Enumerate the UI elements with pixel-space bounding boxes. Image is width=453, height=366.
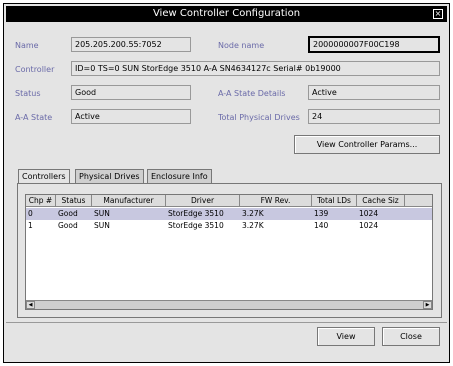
node-name-label: Node name <box>218 41 265 50</box>
scroll-left-icon[interactable]: ◀ <box>26 301 35 309</box>
cell-chp: 0 <box>28 209 33 218</box>
controllers-tab-panel: Chp # Status Manufacturer Driver FW Rev.… <box>17 183 442 318</box>
table-row[interactable]: 1 Good SUN StorEdge 3510 3.27K 140 1024 <box>26 220 432 232</box>
column-header-cache-size[interactable]: Cache Siz <box>357 195 405 207</box>
horizontal-scrollbar[interactable]: ◀ ▶ <box>26 300 432 309</box>
tab-enclosure-info[interactable]: Enclosure Info <box>147 169 212 183</box>
cell-status: Good <box>58 209 78 218</box>
aa-state-details-label: A-A State Details <box>218 89 286 98</box>
cell-status: Good <box>58 221 78 230</box>
name-field: 205.205.200.55:7052 <box>71 37 191 52</box>
cell-cache-size: 1024 <box>359 209 379 218</box>
column-header-fw-rev[interactable]: FW Rev. <box>240 195 312 207</box>
controllers-table[interactable]: Chp # Status Manufacturer Driver FW Rev.… <box>25 194 433 310</box>
column-header-manufacturer[interactable]: Manufacturer <box>92 195 166 207</box>
name-label: Name <box>15 41 39 50</box>
cell-fw-rev: 3.27K <box>242 221 264 230</box>
divider <box>6 322 447 323</box>
total-physical-drives-label: Total Physical Drives <box>218 113 300 122</box>
cell-cache-size: 1024 <box>359 221 379 230</box>
cell-driver: StorEdge 3510 <box>168 209 224 218</box>
table-row[interactable]: 0 Good SUN StorEdge 3510 3.27K 139 1024 <box>26 208 432 220</box>
close-button[interactable]: Close <box>382 327 440 346</box>
cell-total-lds: 139 <box>314 209 329 218</box>
cell-total-lds: 140 <box>314 221 329 230</box>
view-button[interactable]: View <box>317 327 375 346</box>
cell-driver: StorEdge 3510 <box>168 221 224 230</box>
cell-manufacturer: SUN <box>94 221 110 230</box>
column-header-driver[interactable]: Driver <box>166 195 240 207</box>
scroll-right-icon[interactable]: ▶ <box>423 301 432 309</box>
aa-state-field: Active <box>71 109 191 124</box>
aa-state-details-field: Active <box>308 85 440 100</box>
window-title: View Controller Configuration <box>152 8 301 19</box>
tab-physical-drives[interactable]: Physical Drives <box>75 169 144 183</box>
aa-state-label: A-A State <box>15 113 53 122</box>
title-bar[interactable]: View Controller Configuration × <box>6 6 447 22</box>
cell-manufacturer: SUN <box>94 209 110 218</box>
cell-chp: 1 <box>28 221 33 230</box>
table-header: Chp # Status Manufacturer Driver FW Rev.… <box>26 195 432 207</box>
close-window-icon[interactable]: × <box>433 9 443 19</box>
total-physical-drives-field: 24 <box>308 109 440 124</box>
controller-label: Controller <box>15 65 55 74</box>
tab-controllers[interactable]: Controllers <box>18 169 70 184</box>
controller-config-window: View Controller Configuration × Name 205… <box>3 3 450 363</box>
column-header-total-lds[interactable]: Total LDs <box>312 195 357 207</box>
column-header-chp[interactable]: Chp # <box>26 195 56 207</box>
node-name-field[interactable]: 2000000007F00C198 <box>308 36 440 53</box>
cell-fw-rev: 3.27K <box>242 209 264 218</box>
status-label: Status <box>15 89 41 98</box>
controller-field: ID=0 TS=0 SUN StorEdge 3510 A-A SN463412… <box>71 61 440 76</box>
column-header-status[interactable]: Status <box>56 195 92 207</box>
status-field: Good <box>71 85 191 100</box>
view-controller-params-button[interactable]: View Controller Params... <box>294 135 440 154</box>
